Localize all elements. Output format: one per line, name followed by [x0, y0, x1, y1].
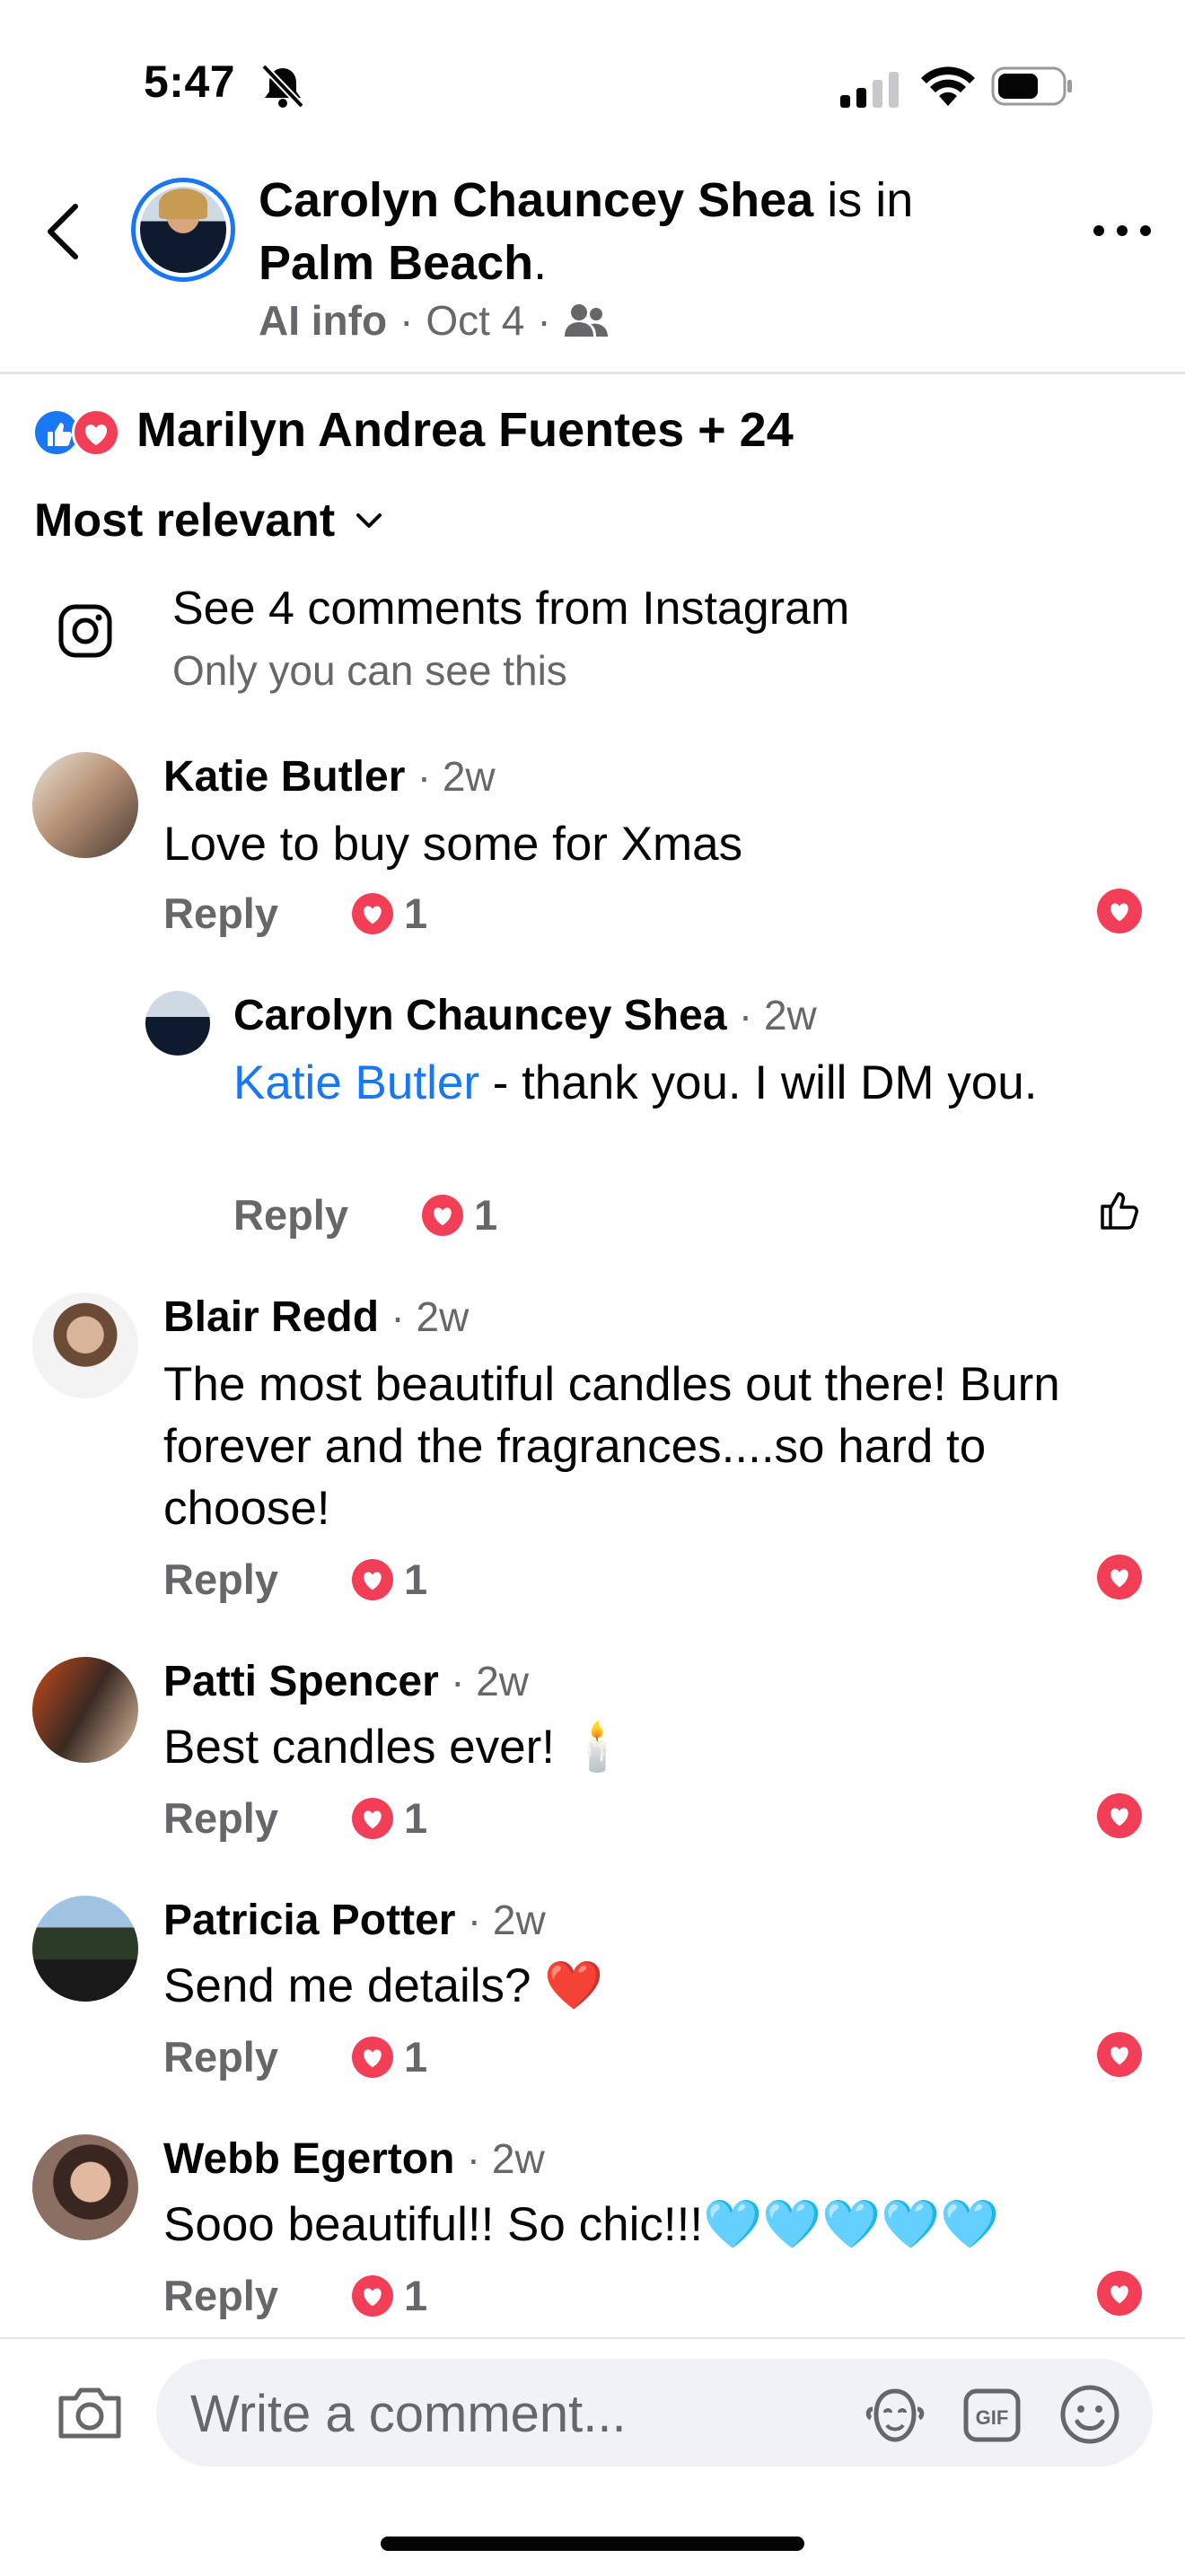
love-reaction-icon[interactable] [1097, 2032, 1142, 2077]
love-reaction-icon[interactable] [1097, 889, 1142, 933]
comment-reaction-count[interactable]: 1 [352, 889, 427, 938]
comment-text: Send me details? ❤️ [163, 1959, 604, 2012]
comment-reaction-count[interactable]: 1 [422, 1190, 497, 1240]
love-reaction-icon [352, 2274, 393, 2317]
comment-author[interactable]: Blair Redd · 2w [163, 1292, 469, 1342]
reply-button[interactable]: Reply [163, 1793, 278, 1843]
love-reaction-icon [72, 408, 120, 457]
commenter-avatar[interactable] [32, 1657, 138, 1763]
commenter-avatar[interactable] [32, 2134, 138, 2240]
reactions-summary-text: Marilyn Andrea Fuentes + 24 [136, 403, 794, 457]
comment-time: · 2w [738, 992, 817, 1038]
instagram-comments-note: Only you can see this [172, 647, 567, 694]
comment-text: Katie Butler - thank you. I will DM you. [233, 1056, 1038, 1109]
commenter-avatar[interactable] [32, 1896, 138, 2002]
mention-link[interactable]: Katie Butler [233, 1056, 479, 1109]
commenter-avatar[interactable] [145, 991, 210, 1056]
reply-button[interactable]: Reply [163, 2271, 278, 2320]
title-period: . [533, 236, 548, 290]
emoji-icon[interactable] [1058, 2382, 1122, 2447]
comment-reaction-count[interactable]: 1 [352, 1555, 427, 1604]
love-reaction-icon [352, 1797, 393, 1839]
author-avatar[interactable] [131, 178, 235, 282]
comment-time: · 2w [466, 2135, 545, 2182]
reply-button[interactable]: Reply [163, 889, 278, 938]
comment-time: · 2w [391, 1293, 470, 1340]
title-text: is in [827, 173, 914, 227]
gif-label: GIF [976, 2406, 1009, 2429]
post-date: Oct 4 [426, 297, 525, 344]
page-title: Carolyn Chauncey Shea is in Palm Beach. [259, 169, 1031, 294]
chevron-down-icon [356, 513, 382, 528]
status-time: 5:47 [144, 57, 236, 107]
author-name-link[interactable]: Carolyn Chauncey Shea [259, 173, 813, 227]
comment-text: Best candles ever! 🕯️ [163, 1721, 628, 1774]
comment-author[interactable]: Katie Butler · 2w [163, 752, 496, 802]
camera-icon[interactable] [54, 2380, 126, 2443]
comment-reaction-count[interactable]: 1 [352, 2271, 427, 2320]
reply-button[interactable]: Reply [163, 2032, 278, 2081]
back-button[interactable] [36, 197, 90, 266]
comment-author[interactable]: Patricia Potter · 2w [163, 1896, 546, 1945]
home-indicator [381, 2537, 804, 2551]
comment-time: · 2w [467, 1897, 546, 1943]
commenter-avatar[interactable] [32, 1292, 138, 1398]
love-reaction-icon [352, 1558, 393, 1600]
gif-icon[interactable]: GIF [962, 2388, 1022, 2443]
reply-button[interactable]: Reply [233, 1190, 348, 1240]
love-reaction-icon[interactable] [1097, 1555, 1142, 1599]
more-options-icon[interactable] [1086, 208, 1158, 253]
comment-author[interactable]: Webb Egerton · 2w [163, 2134, 545, 2184]
friends-icon [564, 304, 608, 337]
sort-label: Most relevant [34, 495, 336, 547]
header-divider [0, 372, 1185, 374]
avatar-sticker-icon[interactable] [864, 2384, 926, 2447]
comment-text: Love to buy some for Xmas [163, 818, 743, 871]
wifi-icon [921, 66, 975, 106]
reply-button[interactable]: Reply [163, 1555, 278, 1604]
love-reaction-icon[interactable] [1097, 2271, 1142, 2316]
post-meta: AI info · Oct 4 · [259, 296, 609, 345]
love-reaction-icon [352, 892, 393, 934]
sort-comments-button[interactable]: Most relevant [34, 494, 383, 548]
battery-icon [991, 66, 1072, 106]
comment-text: Sooo beautiful!! So chic!!!🩵🩵🩵🩵🩵 [163, 2198, 999, 2251]
cellular-signal-icon [840, 72, 899, 108]
love-reaction-icon[interactable] [1097, 1793, 1142, 1838]
comment-input-placeholder: Write a comment... [190, 2385, 627, 2443]
meta-separator-2: · [537, 297, 551, 344]
comment-author[interactable]: Carolyn Chauncey Shea · 2w [233, 991, 817, 1040]
comment-reaction-count[interactable]: 1 [352, 2032, 427, 2081]
comment-author[interactable]: Patti Spencer · 2w [163, 1657, 529, 1706]
comment-text: The most beautiful candles out there! Bu… [163, 1358, 1060, 1535]
love-reaction-icon [422, 1194, 463, 1236]
like-icon[interactable] [1097, 1187, 1144, 1233]
comment-reaction-count[interactable]: 1 [352, 1793, 427, 1843]
instagram-icon [58, 604, 112, 658]
location-link[interactable]: Palm Beach [259, 236, 533, 290]
reaction-icons [32, 407, 122, 457]
meta-separator: · [399, 297, 414, 344]
love-reaction-icon [352, 2036, 393, 2078]
comment-time: · 2w [417, 753, 496, 800]
ai-info-link[interactable]: AI info [259, 296, 387, 345]
reactions-summary[interactable]: Marilyn Andrea Fuentes + 24 [32, 402, 794, 458]
commenter-avatar[interactable] [32, 752, 138, 858]
bell-slash-icon [261, 64, 304, 109]
comment-time: · 2w [451, 1658, 530, 1704]
instagram-comments-link[interactable]: See 4 comments from Instagram [172, 582, 849, 635]
